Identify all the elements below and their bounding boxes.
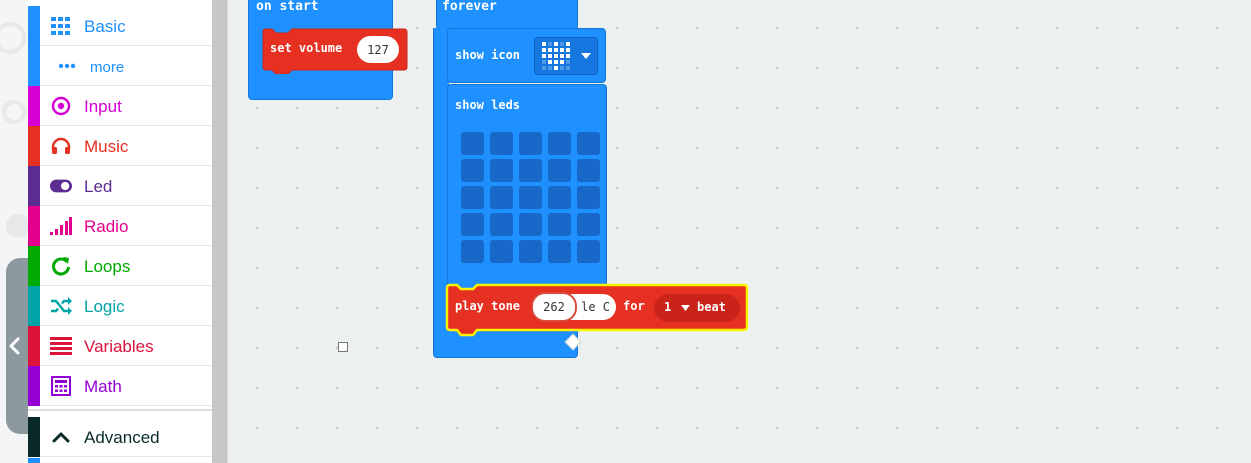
category-color-bar (28, 46, 40, 86)
category-label: Input (84, 97, 122, 116)
on-start-label: on start (256, 0, 319, 14)
category-logic[interactable]: Logic (28, 286, 212, 326)
show-leds-block[interactable]: show leds (447, 84, 607, 294)
category-color-bar (28, 326, 40, 366)
category-label: more (90, 59, 125, 76)
category-label: Basic (84, 17, 126, 36)
toolbox-edge (227, 0, 228, 463)
category-math[interactable]: Math (28, 366, 212, 406)
toolbox-scrollbar[interactable] (212, 0, 228, 463)
led-cell[interactable] (461, 159, 484, 182)
category-color-bar (28, 286, 40, 326)
category-music[interactable]: Music (28, 126, 212, 166)
led-cell[interactable] (490, 213, 513, 236)
forever-label: forever (442, 0, 497, 14)
led-cell[interactable] (577, 132, 600, 155)
show-icon-label: show icon (455, 48, 521, 62)
category-label: Variables (84, 337, 154, 356)
beat-label: beat (697, 300, 726, 314)
show-leds-label: show leds (455, 98, 521, 112)
category-more[interactable]: more (28, 46, 212, 86)
led-cell[interactable] (490, 132, 513, 155)
category-loops[interactable]: Loops (28, 246, 212, 286)
chevron-up-icon (50, 427, 72, 447)
led-cell[interactable] (548, 132, 571, 155)
beat-dropdown[interactable]: 1 beat (654, 294, 740, 322)
category-color-bar (28, 206, 40, 246)
led-cell[interactable] (519, 159, 542, 182)
led-cell[interactable] (461, 213, 484, 236)
shuffle-icon (50, 296, 72, 316)
category-label: Loops (84, 257, 131, 276)
toolbox-divider (28, 409, 212, 411)
heart-icon (542, 42, 570, 70)
category-label: Music (84, 137, 129, 156)
category-color-bar (28, 166, 40, 206)
for-label: for (623, 299, 645, 313)
category-basic[interactable]: Basic (28, 6, 212, 46)
led-cell[interactable] (461, 186, 484, 209)
led-cell[interactable] (548, 240, 571, 263)
led-cell[interactable] (519, 132, 542, 155)
led-cell[interactable] (577, 240, 600, 263)
signal-bars-icon (50, 216, 72, 236)
toggle-icon (50, 176, 72, 196)
led-cell[interactable] (577, 186, 600, 209)
led-cell[interactable] (461, 132, 484, 155)
led-cell[interactable] (548, 186, 571, 209)
category-label: Led (84, 177, 113, 196)
led-cell[interactable] (519, 186, 542, 209)
category-led[interactable]: Led (28, 166, 212, 206)
lines-icon (50, 336, 72, 356)
show-icon-block[interactable]: show icon (447, 28, 606, 83)
led-cell[interactable] (548, 213, 571, 236)
grid-icon (50, 16, 72, 36)
category-label: Logic (84, 297, 125, 316)
led-cell[interactable] (461, 240, 484, 263)
volume-value-input[interactable]: 127 (357, 36, 399, 63)
headphones-icon (50, 136, 72, 156)
led-cell[interactable] (519, 240, 542, 263)
led-cell[interactable] (577, 213, 600, 236)
led-cell[interactable] (490, 159, 513, 182)
target-icon (50, 96, 72, 116)
icon-dropdown[interactable] (534, 37, 598, 75)
category-variables[interactable]: Variables (28, 326, 212, 366)
blocks-workspace[interactable]: on start set volume 127 forever show ico… (229, 0, 1251, 463)
dropdown-arrow-icon (681, 305, 690, 311)
ellipsis-icon (56, 56, 78, 76)
note-field-text: le C (581, 300, 610, 314)
category-label: Math (84, 377, 122, 396)
led-cell[interactable] (490, 240, 513, 263)
refresh-icon (50, 256, 72, 276)
category-color-bar (28, 458, 40, 463)
led-cell[interactable] (490, 186, 513, 209)
led-cell[interactable] (519, 213, 542, 236)
category-color-bar (28, 366, 40, 406)
play-tone-label: play tone (455, 299, 521, 313)
category-color-bar (28, 126, 40, 166)
led-grid[interactable] (461, 132, 601, 268)
led-cell[interactable] (577, 159, 600, 182)
led-cell[interactable] (548, 159, 571, 182)
toolbox: Basic more Input Music Led Radio Loops L… (28, 0, 212, 463)
forever-block[interactable]: forever (436, 0, 578, 30)
category-advanced[interactable]: Advanced (28, 417, 212, 457)
dropdown-arrow-icon (581, 53, 591, 59)
tone-value-input[interactable]: 262 (531, 292, 577, 322)
category-color-bar (28, 86, 40, 126)
workspace-handle[interactable] (338, 342, 348, 352)
calculator-icon (50, 376, 72, 396)
beat-value: 1 (664, 300, 672, 314)
set-volume-label: set volume (270, 41, 343, 55)
category-color-bar (28, 6, 40, 46)
category-input[interactable]: Input (28, 86, 212, 126)
category-color-bar (28, 246, 40, 286)
chevron-left-icon (9, 337, 20, 355)
category-label: Radio (84, 217, 129, 236)
category-radio[interactable]: Radio (28, 206, 212, 246)
category-color-bar (28, 417, 40, 457)
category-label: Advanced (84, 428, 160, 447)
